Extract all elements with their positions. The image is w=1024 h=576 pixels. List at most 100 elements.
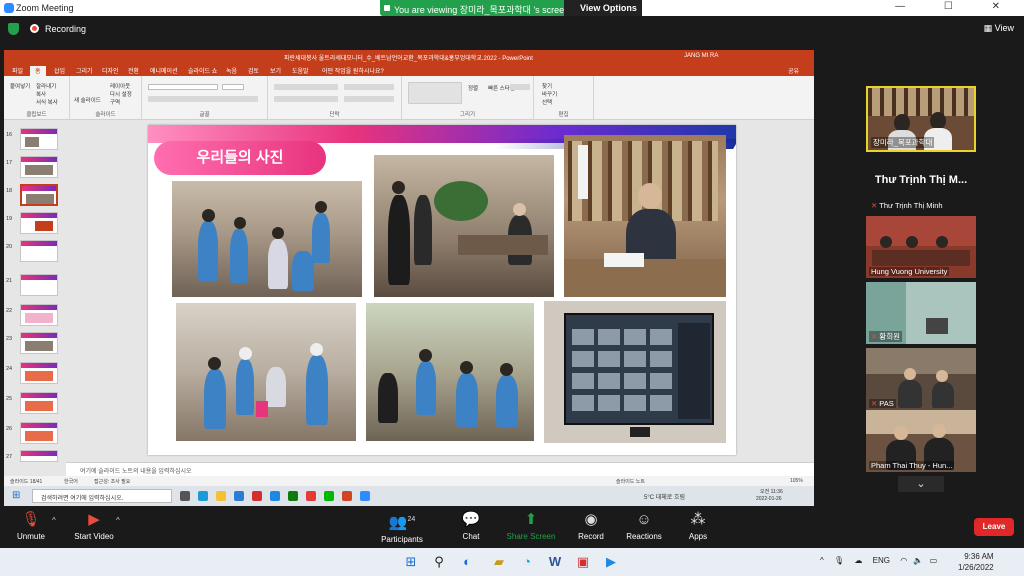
participants-icon: 👥24 bbox=[388, 514, 416, 531]
cloud-icon[interactable]: ☁ bbox=[854, 556, 862, 565]
shared-clock-date: 2022-01-26 bbox=[756, 496, 782, 502]
wifi-icon[interactable]: ◠ bbox=[900, 556, 907, 565]
copy-button[interactable]: 복사 bbox=[36, 90, 46, 98]
paste-button[interactable]: 붙여넣기 bbox=[10, 82, 30, 90]
list-buttons[interactable] bbox=[274, 84, 338, 90]
video-tile[interactable]: Pham Thai Thuy - Hun... bbox=[866, 410, 976, 472]
search-icon[interactable]: ⚲ bbox=[430, 553, 448, 571]
security-shield-icon[interactable] bbox=[8, 23, 19, 35]
slide-thumbnail[interactable] bbox=[20, 274, 58, 296]
battery-icon[interactable]: ▭ bbox=[930, 556, 938, 565]
arrange-button[interactable]: 정렬 bbox=[468, 84, 478, 92]
replace-button[interactable]: 바꾸기 bbox=[542, 90, 557, 98]
ppt-share-button[interactable]: 공유 bbox=[788, 66, 799, 75]
video-tile[interactable]: ✕ 황희원 bbox=[866, 282, 976, 344]
zoom-taskbar-icon[interactable]: ◐ bbox=[458, 553, 476, 571]
mic-tray-icon[interactable]: 🎙 bbox=[834, 556, 844, 565]
notes-pane[interactable]: 여기에 슬라이드 노트의 내용을 입력하십시오 bbox=[66, 462, 814, 476]
leave-button[interactable]: Leave bbox=[974, 518, 1014, 536]
video-options-chevron-icon[interactable]: ^ bbox=[116, 516, 120, 525]
tab-transitions[interactable]: 전환 bbox=[128, 66, 139, 75]
volume-icon[interactable]: 🔈 bbox=[913, 556, 923, 565]
tell-me-box[interactable]: 어떤 작업을 원하시나요? bbox=[322, 66, 384, 75]
layout-button[interactable]: 레이아웃 bbox=[110, 82, 130, 90]
reactions-button[interactable]: ☺ Reactions bbox=[624, 512, 664, 542]
window-controls[interactable]: — ☐ ✕ bbox=[895, 1, 1018, 12]
align-buttons[interactable] bbox=[274, 96, 338, 102]
tab-view[interactable]: 보기 bbox=[270, 66, 281, 75]
tab-home[interactable]: 홈 bbox=[30, 66, 46, 76]
tab-slideshow[interactable]: 슬라이드 쇼 bbox=[188, 66, 217, 75]
text-direction-buttons[interactable] bbox=[344, 84, 394, 90]
media-icon[interactable]: ▶ bbox=[602, 553, 620, 571]
video-tile[interactable]: Hung Vuong University bbox=[866, 216, 976, 278]
audio-options-chevron-icon[interactable]: ^ bbox=[52, 516, 56, 525]
taskbar-clock[interactable]: 9:36 AM 1/26/2022 bbox=[958, 551, 994, 573]
select-button[interactable]: 선택 bbox=[542, 98, 552, 106]
tab-design[interactable]: 디자인 bbox=[102, 66, 119, 75]
font-name-box[interactable] bbox=[148, 84, 218, 90]
section-button[interactable]: 구역 bbox=[110, 98, 120, 106]
slide-thumbnail[interactable] bbox=[20, 304, 58, 326]
participants-button[interactable]: 👥24 Participants bbox=[378, 512, 426, 545]
slide-thumbnail-selected[interactable] bbox=[20, 184, 58, 206]
cut-button[interactable]: 잘라내기 bbox=[36, 82, 56, 90]
word-icon[interactable]: W bbox=[546, 553, 564, 571]
view-options-button[interactable]: View Options ▾ bbox=[564, 0, 642, 23]
weather-status: 5°C 대체로 흐림 bbox=[644, 495, 686, 501]
tray-chevron-icon[interactable]: ^ bbox=[820, 556, 824, 565]
share-screen-button[interactable]: ⬆ Share Screen bbox=[504, 511, 558, 542]
windows-start-icon[interactable]: ⊞ bbox=[402, 553, 420, 571]
new-slide-button[interactable]: 새 슬라이드 bbox=[74, 96, 101, 104]
slide-thumbnail[interactable] bbox=[20, 212, 58, 234]
edge-browser-icon[interactable]: ◔ bbox=[518, 553, 536, 571]
start-video-button[interactable]: ▶ Start Video bbox=[70, 512, 118, 542]
slide-thumbnail[interactable] bbox=[20, 128, 58, 150]
slide-thumbnail[interactable] bbox=[20, 156, 58, 178]
notes-toggle[interactable]: 슬라이드 노트 bbox=[616, 478, 645, 485]
zoom-level[interactable]: 105% bbox=[790, 478, 803, 484]
slide-thumbnail[interactable] bbox=[20, 392, 58, 414]
view-button[interactable]: ▦ View bbox=[984, 23, 1014, 34]
zoom-top-bar: Recording ▦ View bbox=[0, 16, 1024, 42]
gallery-scroll-chevron-icon[interactable]: ⌄ bbox=[898, 476, 944, 492]
slide-thumbnail[interactable] bbox=[20, 422, 58, 444]
line-icon bbox=[324, 491, 334, 501]
slide-number: 27 bbox=[6, 454, 13, 460]
apps-button[interactable]: ⁂ Apps bbox=[684, 512, 712, 542]
unmute-button[interactable]: 🎙 Unmute bbox=[12, 512, 50, 542]
slide-thumbnail[interactable] bbox=[20, 450, 58, 462]
photo-volunteers-activity bbox=[176, 303, 356, 441]
share-screen-icon: ⬆ bbox=[524, 511, 538, 528]
find-button[interactable]: 찾기 bbox=[542, 82, 552, 90]
input-language[interactable]: ENG bbox=[873, 556, 890, 565]
format-painter-button[interactable]: 서식 복사 bbox=[36, 98, 58, 106]
accessibility-status[interactable]: 접근성: 조사 필요 bbox=[94, 478, 130, 485]
tab-record[interactable]: 녹음 bbox=[226, 66, 237, 75]
app-icon[interactable]: ▣ bbox=[574, 553, 592, 571]
tab-animations[interactable]: 애니메이션 bbox=[150, 66, 178, 75]
tab-review[interactable]: 검토 bbox=[248, 66, 259, 75]
shape-fill-buttons[interactable] bbox=[510, 84, 530, 90]
slide-thumbnail[interactable] bbox=[20, 362, 58, 384]
tab-help[interactable]: 도움말 bbox=[292, 66, 309, 75]
font-format-buttons[interactable] bbox=[148, 96, 258, 102]
slide-thumbnail[interactable] bbox=[20, 240, 58, 262]
video-tile-active-speaker[interactable]: 장미라_목포과학대 bbox=[866, 86, 976, 152]
viewing-message: You are viewing 장미라_목포과학대 's screen bbox=[394, 5, 570, 15]
file-explorer-icon[interactable]: ▰ bbox=[490, 553, 508, 571]
font-size-box[interactable] bbox=[222, 84, 244, 90]
reset-button[interactable]: 다시 설정 bbox=[110, 90, 132, 98]
record-button[interactable]: ◉ Record bbox=[574, 512, 608, 542]
video-tile[interactable]: ✕ PAS bbox=[866, 348, 976, 410]
video-tile-off[interactable]: ✕ Thư Trịnh Thị Minh bbox=[866, 196, 976, 212]
photo-professor-desk bbox=[564, 135, 726, 297]
tab-draw[interactable]: 그리기 bbox=[76, 66, 93, 75]
tab-file[interactable]: 파일 bbox=[12, 66, 23, 75]
tab-insert[interactable]: 삽입 bbox=[54, 66, 65, 75]
slide-canvas[interactable]: 우리들의 사진 bbox=[148, 125, 736, 455]
slide-thumbnail[interactable] bbox=[20, 332, 58, 354]
chat-button[interactable]: 💬 Chat bbox=[456, 512, 486, 542]
shapes-gallery[interactable] bbox=[408, 82, 462, 104]
smartart-button[interactable] bbox=[344, 96, 394, 102]
